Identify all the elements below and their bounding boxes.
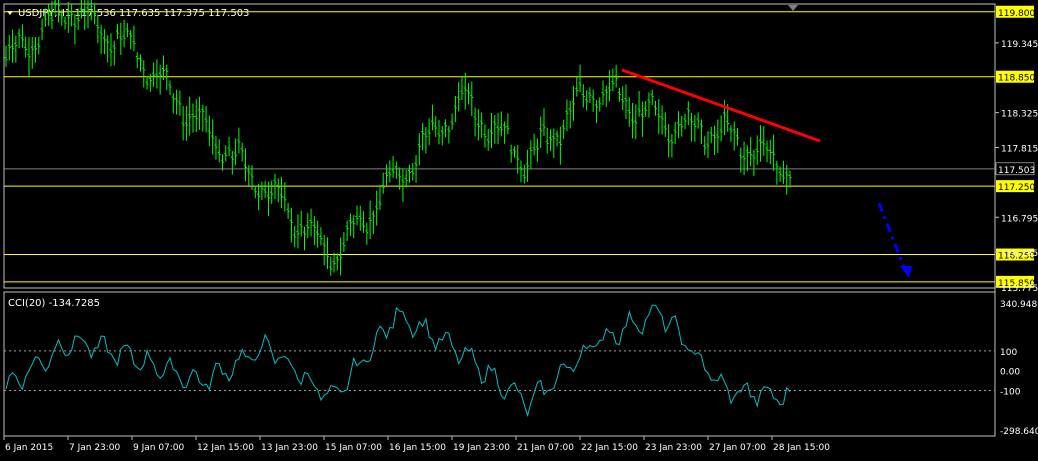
price-tick-label: 116.285	[1001, 249, 1038, 259]
time-tick-label: 13 Jan 23:00	[261, 443, 318, 453]
level-price-label: 117.250	[998, 183, 1035, 193]
time-tick-label: 27 Jan 07:00	[709, 443, 766, 453]
time-tick-label: 23 Jan 23:00	[645, 443, 702, 453]
indicator-panel[interactable]	[3, 291, 996, 437]
cci-tick-label: -100	[1000, 388, 1021, 398]
time-tick-label: 15 Jan 07:00	[325, 443, 382, 453]
level-price-label: 118.850	[998, 74, 1035, 84]
time-tick-label: 28 Jan 15:00	[773, 443, 830, 453]
cci-tick-label: 340.9486	[1000, 300, 1038, 310]
indicator-header: CCI(20) -134.7285	[8, 298, 100, 309]
time-axis: 6 Jan 2015 7 Jan 23:00 9 Jan 07:00 12 Jan 1…	[3, 436, 830, 453]
time-tick-label: 6 Jan 2015	[5, 443, 53, 453]
bid-price-label: 117.503	[998, 166, 1035, 176]
price-tick-label: 118.325	[1001, 110, 1038, 120]
time-tick-label: 12 Jan 15:00	[197, 443, 254, 453]
cci-axis: 340.9486 100 0.00 -100 -298.6405	[1000, 300, 1038, 437]
time-tick-label: 16 Jan 15:00	[389, 443, 446, 453]
chart-canvas[interactable]: USDJPY,H1 117.536 117.635 117.375 117.50…	[0, 0, 1038, 457]
price-tick-label: 115.775	[1001, 284, 1038, 294]
cci-tick-label: 0.00	[1000, 368, 1020, 378]
chart-header: USDJPY,H1 117.536 117.635 117.375 117.50…	[18, 8, 249, 19]
cci-tick-label: -298.6405	[1000, 427, 1038, 437]
time-tick-label: 7 Jan 23:00	[69, 443, 121, 453]
level-price-label: 119.800	[998, 9, 1035, 19]
chart-window[interactable]: USDJPY,H1 117.536 117.635 117.375 117.50…	[0, 0, 1038, 457]
main-chart-panel[interactable]	[3, 3, 996, 289]
time-tick-label: 22 Jan 15:00	[581, 443, 638, 453]
price-tick-label: 117.815	[1001, 145, 1038, 155]
cci-tick-label: 100	[1000, 348, 1017, 358]
time-tick-label: 21 Jan 07:00	[517, 443, 574, 453]
time-tick-label: 9 Jan 07:00	[133, 443, 185, 453]
price-tick-label: 116.795	[1001, 214, 1038, 224]
price-tick-label: 119.345	[1001, 40, 1038, 50]
time-tick-label: 19 Jan 23:00	[453, 443, 510, 453]
